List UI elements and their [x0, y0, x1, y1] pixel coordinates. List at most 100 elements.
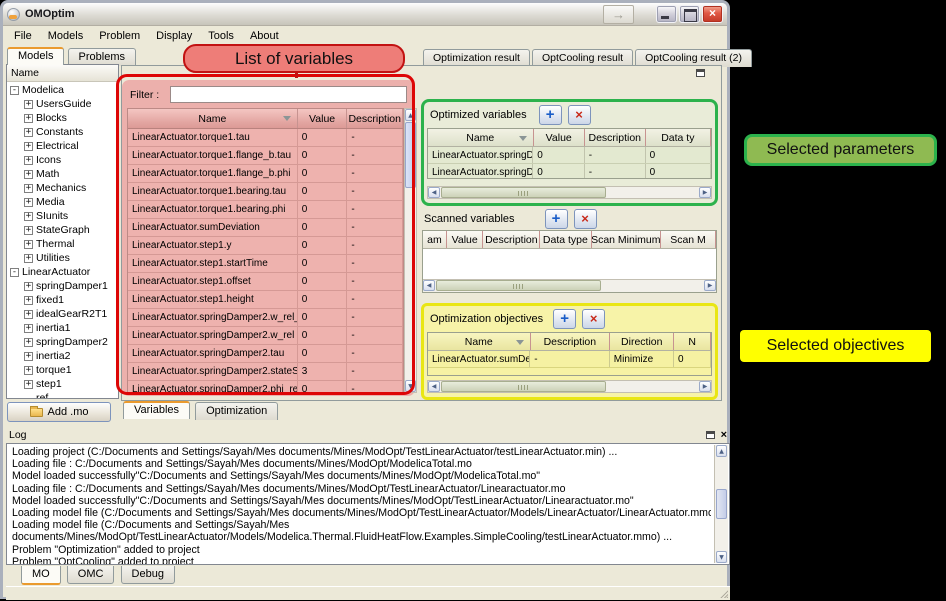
tree-item[interactable]: + torque1: [7, 363, 118, 377]
scroll-left-icon[interactable]: ◀: [423, 280, 435, 291]
tab-variables[interactable]: Variables: [123, 401, 190, 419]
tab-debug[interactable]: Debug: [121, 566, 175, 584]
table-row[interactable]: LinearActuator.springDamper2.d 0 - 0: [428, 147, 711, 164]
column-header-direction[interactable]: Direction: [610, 333, 674, 350]
tree-item[interactable]: + Utilities: [7, 251, 118, 265]
tree-expander-icon[interactable]: +: [24, 226, 33, 235]
tree-item[interactable]: + Mechanics: [7, 181, 118, 195]
scrollbar-thumb[interactable]: [441, 381, 606, 392]
tree-expander-icon[interactable]: +: [24, 184, 33, 193]
close-button[interactable]: ×: [702, 5, 723, 23]
maximize-button[interactable]: [679, 5, 700, 23]
table-row[interactable]: LinearActuator.springDamper2.w_rel 0 -: [128, 327, 403, 345]
tree-expander-icon[interactable]: +: [24, 212, 33, 221]
tree-expander-icon[interactable]: +: [24, 142, 33, 151]
scrollbar-thumb[interactable]: [436, 280, 601, 291]
cell-value[interactable]: 0: [533, 164, 585, 179]
scroll-down-icon[interactable]: ▼: [405, 380, 416, 392]
column-header-description[interactable]: Description: [585, 129, 646, 146]
tree-expander-icon[interactable]: +: [24, 100, 33, 109]
table-row[interactable]: LinearActuator.step1.offset 0 -: [128, 273, 403, 291]
tree-item[interactable]: + Electrical: [7, 139, 118, 153]
table-row[interactable]: LinearActuator.torque1.tau 0 -: [128, 129, 403, 147]
table-row[interactable]: LinearActuator.springDamper2.phi_rel_sta…: [128, 381, 403, 393]
cell-value[interactable]: 0: [298, 309, 348, 326]
tree-item[interactable]: + springDamper2: [7, 335, 118, 349]
resize-grip-icon[interactable]: [718, 588, 728, 598]
cell-value[interactable]: 0: [298, 147, 348, 164]
tree-item[interactable]: + UsersGuide: [7, 97, 118, 111]
menu-item[interactable]: Models: [40, 28, 91, 44]
remove-objective-button[interactable]: ×: [582, 309, 605, 329]
table-row[interactable]: LinearActuator.step1.y 0 -: [128, 237, 403, 255]
tree-item[interactable]: + Blocks: [7, 111, 118, 125]
add-objective-button[interactable]: +: [553, 309, 576, 329]
cell-value[interactable]: 0: [298, 165, 348, 182]
log-float-icon[interactable]: [706, 431, 715, 439]
cell-value[interactable]: 0: [298, 219, 348, 236]
table-row[interactable]: LinearActuator.sumDeviation - Minimize 0: [428, 351, 711, 368]
cell-value[interactable]: 0: [298, 255, 348, 272]
scanned-variables-hscrollbar[interactable]: ◀ ▶: [423, 279, 716, 292]
tree-expander-icon[interactable]: +: [24, 198, 33, 207]
tree-expander-icon[interactable]: +: [24, 380, 33, 389]
cell-direction[interactable]: Minimize: [610, 351, 674, 367]
tree-expander-icon[interactable]: +: [24, 324, 33, 333]
tree-item[interactable]: + inertia2: [7, 349, 118, 363]
tree-expander-icon[interactable]: +: [24, 170, 33, 179]
tree-expander-icon[interactable]: +: [24, 114, 33, 123]
cell-value[interactable]: 3: [298, 363, 348, 380]
remove-scanned-variable-button[interactable]: ×: [574, 209, 597, 229]
tree-expander-icon[interactable]: +: [24, 366, 33, 375]
forward-arrow-button[interactable]: →: [603, 5, 634, 24]
menu-item[interactable]: Tools: [200, 28, 242, 44]
tree-item[interactable]: + SIunits: [7, 209, 118, 223]
tab-omc[interactable]: OMC: [67, 566, 115, 584]
log-close-icon[interactable]: ×: [721, 430, 727, 440]
tree-expander-icon[interactable]: +: [24, 310, 33, 319]
scrollbar-thumb[interactable]: [441, 187, 606, 198]
table-row[interactable]: LinearActuator.springDamper2.w_rel_start…: [128, 309, 403, 327]
variables-scrollbar[interactable]: ▲ ▼: [404, 108, 417, 393]
tree-expander-icon[interactable]: +: [24, 352, 33, 361]
cell-value[interactable]: 0: [298, 129, 348, 146]
cell-value[interactable]: 0: [298, 237, 348, 254]
column-header-description[interactable]: Description: [347, 109, 403, 128]
tree-expander-icon[interactable]: +: [24, 240, 33, 249]
add-mo-button[interactable]: Add .mo: [7, 402, 111, 422]
log-scrollbar[interactable]: ▲ ▼: [714, 445, 728, 563]
menu-item[interactable]: About: [242, 28, 287, 44]
tree-item[interactable]: + step1: [7, 377, 118, 391]
scrollbar-thumb[interactable]: [716, 489, 727, 519]
column-header-name[interactable]: Name: [428, 333, 531, 350]
cell-value[interactable]: 0: [298, 381, 348, 393]
column-header-scan-minimum[interactable]: Scan Minimum: [592, 231, 662, 248]
scrollbar-thumb[interactable]: [405, 122, 416, 188]
cell-value[interactable]: 0: [298, 183, 348, 200]
tab-models[interactable]: Models: [7, 47, 64, 65]
table-row[interactable]: LinearActuator.springDamper2.stateSelect…: [128, 363, 403, 381]
cell-value[interactable]: 0: [533, 147, 585, 163]
cell-value[interactable]: 0: [298, 327, 348, 344]
scroll-right-icon[interactable]: ▶: [699, 187, 711, 198]
add-scanned-variable-button[interactable]: +: [545, 209, 568, 229]
tree-expander-icon[interactable]: +: [24, 296, 33, 305]
filter-input[interactable]: [170, 86, 407, 103]
table-row[interactable]: LinearActuator.torque1.flange_b.phi 0 -: [128, 165, 403, 183]
add-optimized-variable-button[interactable]: +: [539, 105, 562, 125]
remove-optimized-variable-button[interactable]: ×: [568, 105, 591, 125]
tree-item[interactable]: + inertia1: [7, 321, 118, 335]
tree-item[interactable]: + Thermal: [7, 237, 118, 251]
column-header-name[interactable]: am: [423, 231, 447, 248]
menu-item[interactable]: Problem: [91, 28, 148, 44]
column-header-value[interactable]: Value: [447, 231, 484, 248]
column-header-value[interactable]: Value: [298, 109, 348, 128]
scroll-left-icon[interactable]: ◀: [428, 187, 440, 198]
table-row[interactable]: LinearActuator.springDamper1.d 0 - 0: [428, 164, 711, 179]
cell-value[interactable]: 0: [298, 291, 348, 308]
tree-expander-icon[interactable]: +: [24, 338, 33, 347]
table-row[interactable]: LinearActuator.step1.startTime 0 -: [128, 255, 403, 273]
optimized-variables-hscrollbar[interactable]: ◀ ▶: [427, 186, 712, 199]
cell-value[interactable]: 0: [298, 201, 348, 218]
column-header-name[interactable]: Name: [428, 129, 534, 146]
